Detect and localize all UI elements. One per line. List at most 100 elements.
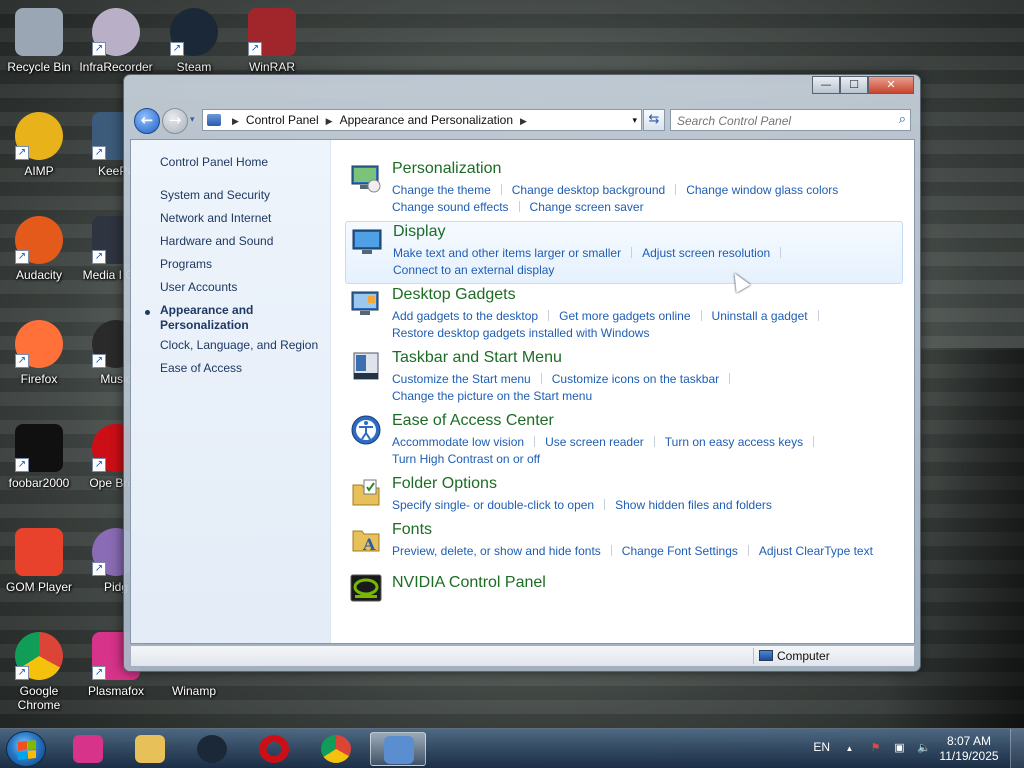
desktop-icon-aimp[interactable]: ↗ AIMP [0, 112, 78, 178]
category-title[interactable]: Personalization [392, 160, 501, 178]
chrome-icon: ↗ [15, 632, 63, 680]
desktop-icon-google-chrome[interactable]: ↗ Google Chrome [0, 632, 78, 712]
plasmafox-icon [73, 735, 103, 763]
desktop-icon-label: GOM Player [5, 580, 72, 594]
recycle-bin-icon [15, 8, 63, 56]
sidebar-item-ease-of-access[interactable]: Ease of Access [160, 361, 242, 376]
link-change-desktop-background[interactable]: Change desktop background [512, 183, 665, 197]
show-desktop-button[interactable] [1010, 729, 1024, 768]
category-title[interactable]: Fonts [392, 521, 432, 539]
desktop-icon-recycle-bin[interactable]: Recycle Bin [0, 8, 78, 74]
breadcrumb-control-panel[interactable]: Control Panel [246, 113, 319, 127]
firefox-icon: ↗ [15, 320, 63, 368]
language-indicator[interactable]: EN [813, 740, 830, 754]
link-preview-fonts[interactable]: Preview, delete, or show and hide fonts [392, 544, 601, 558]
category-nvidia: NVIDIA Control Panel [345, 570, 903, 604]
close-button[interactable]: ✕ [868, 76, 914, 94]
link-change-screen-saver[interactable]: Change screen saver [530, 200, 644, 214]
sidebar-item-hardware-sound[interactable]: Hardware and Sound [160, 234, 273, 249]
link-make-text-larger[interactable]: Make text and other items larger or smal… [393, 246, 621, 260]
forward-button[interactable]: → [162, 108, 188, 134]
category-links: Change the theme Change desktop backgroun… [392, 182, 838, 216]
link-customize-start-menu[interactable]: Customize the Start menu [392, 372, 531, 386]
link-use-screen-reader[interactable]: Use screen reader [545, 435, 644, 449]
clock[interactable]: 8:07 AM 11/19/2025 [936, 734, 1002, 764]
windows-logo-icon [18, 740, 36, 760]
sidebar-item-appearance[interactable]: Appearance and Personalization [160, 303, 270, 333]
sidebar-item-user-accounts[interactable]: User Accounts [160, 280, 237, 295]
search-box[interactable]: ⌕ [670, 109, 911, 131]
search-icon[interactable]: ⌕ [899, 112, 906, 127]
link-restore-gadgets[interactable]: Restore desktop gadgets installed with W… [392, 326, 649, 340]
chrome-icon [321, 735, 351, 763]
desktop-icon-infrarecorder[interactable]: ↗ InfraRecorder [77, 8, 155, 74]
link-change-start-picture[interactable]: Change the picture on the Start menu [392, 389, 592, 403]
control-panel-icon [384, 736, 414, 764]
show-hidden-icons-icon[interactable]: ▲ [843, 742, 856, 755]
sidebar-item-clock-language[interactable]: Clock, Language, and Region [160, 338, 318, 353]
desktop-icon-steam[interactable]: ↗ Steam [155, 8, 233, 74]
opera-icon [259, 735, 289, 763]
minimize-button[interactable]: — [812, 76, 840, 94]
refresh-button[interactable]: ⇆ [643, 109, 665, 131]
address-bar[interactable]: ▶ Control Panel ▶ Appearance and Personaliz… [202, 109, 642, 131]
category-folder-options: Folder Options Specify single- or double… [345, 475, 903, 512]
desktop-icon-foobar2000[interactable]: ↗ foobar2000 [0, 424, 78, 490]
link-adjust-screen-resolution[interactable]: Adjust screen resolution [642, 246, 770, 260]
link-high-contrast[interactable]: Turn High Contrast on or off [392, 452, 540, 466]
sidebar-item-system-security[interactable]: System and Security [160, 188, 270, 203]
link-show-hidden-files[interactable]: Show hidden files and folders [615, 498, 772, 512]
sidebar-item-programs[interactable]: Programs [160, 257, 212, 272]
category-title[interactable]: Folder Options [392, 475, 497, 493]
desktop-icon-firefox[interactable]: ↗ Firefox [0, 320, 78, 386]
taskbar-app-plasmafox[interactable] [60, 732, 116, 766]
link-change-window-glass-colors[interactable]: Change window glass colors [686, 183, 838, 197]
action-center-flag-icon[interactable]: ⚑ [869, 742, 882, 755]
taskbar-app-explorer[interactable] [122, 732, 178, 766]
category-links: Add gadgets to the desktop Get more gadge… [392, 308, 829, 342]
taskbar-app-chrome[interactable] [308, 732, 364, 766]
category-title[interactable]: NVIDIA Control Panel [392, 574, 546, 592]
sidebar-item-network[interactable]: Network and Internet [160, 211, 271, 226]
link-change-font-settings[interactable]: Change Font Settings [622, 544, 738, 558]
category-title[interactable]: Ease of Access Center [392, 412, 554, 430]
link-connect-external-display[interactable]: Connect to an external display [393, 263, 554, 277]
taskbar-app-control-panel[interactable] [370, 732, 426, 766]
recent-pages-dropdown[interactable]: ▾ [190, 115, 195, 125]
breadcrumb-separator[interactable]: ▶ [520, 116, 527, 126]
address-dropdown[interactable]: ▾ [632, 110, 637, 130]
desktop-icon-label: Steam [176, 60, 212, 74]
status-divider [753, 648, 754, 664]
link-customize-taskbar-icons[interactable]: Customize icons on the taskbar [552, 372, 719, 386]
volume-muted-icon[interactable]: 🔈 [917, 742, 931, 755]
category-title[interactable]: Taskbar and Start Menu [392, 349, 562, 367]
link-adjust-cleartype[interactable]: Adjust ClearType text [759, 544, 873, 558]
desktop-icon-gom-player[interactable]: GOM Player [0, 528, 78, 594]
network-icon[interactable]: ▣ [893, 742, 906, 755]
taskbar-app-steam[interactable] [184, 732, 240, 766]
desktop-icon-audacity[interactable]: ↗ Audacity [0, 216, 78, 282]
foobar2000-icon: ↗ [15, 424, 63, 472]
search-input[interactable] [671, 111, 881, 131]
maximize-button[interactable]: ☐ [840, 76, 868, 94]
link-accommodate-low-vision[interactable]: Accommodate low vision [392, 435, 524, 449]
link-single-double-click[interactable]: Specify single- or double-click to open [392, 498, 594, 512]
start-button[interactable] [6, 731, 46, 767]
link-change-sound-effects[interactable]: Change sound effects [392, 200, 509, 214]
link-uninstall-gadget[interactable]: Uninstall a gadget [712, 309, 808, 323]
back-button[interactable]: ← [134, 108, 160, 134]
sidebar-item-control-panel-home[interactable]: Control Panel Home [160, 155, 268, 170]
breadcrumb-appearance[interactable]: Appearance and Personalization [340, 113, 513, 127]
category-links: Customize the Start menu Customize icons … [392, 371, 740, 405]
breadcrumb-separator[interactable]: ▶ [232, 116, 239, 126]
category-title[interactable]: Display [393, 223, 445, 241]
svg-text:A: A [362, 535, 376, 554]
link-easy-access-keys[interactable]: Turn on easy access keys [665, 435, 803, 449]
link-add-gadgets[interactable]: Add gadgets to the desktop [392, 309, 538, 323]
taskbar-app-opera[interactable] [246, 732, 302, 766]
category-title[interactable]: Desktop Gadgets [392, 286, 516, 304]
link-get-more-gadgets[interactable]: Get more gadgets online [559, 309, 690, 323]
breadcrumb-separator[interactable]: ▶ [326, 116, 333, 126]
link-change-theme[interactable]: Change the theme [392, 183, 491, 197]
desktop-icon-winrar[interactable]: ↗ WinRAR [233, 8, 311, 74]
